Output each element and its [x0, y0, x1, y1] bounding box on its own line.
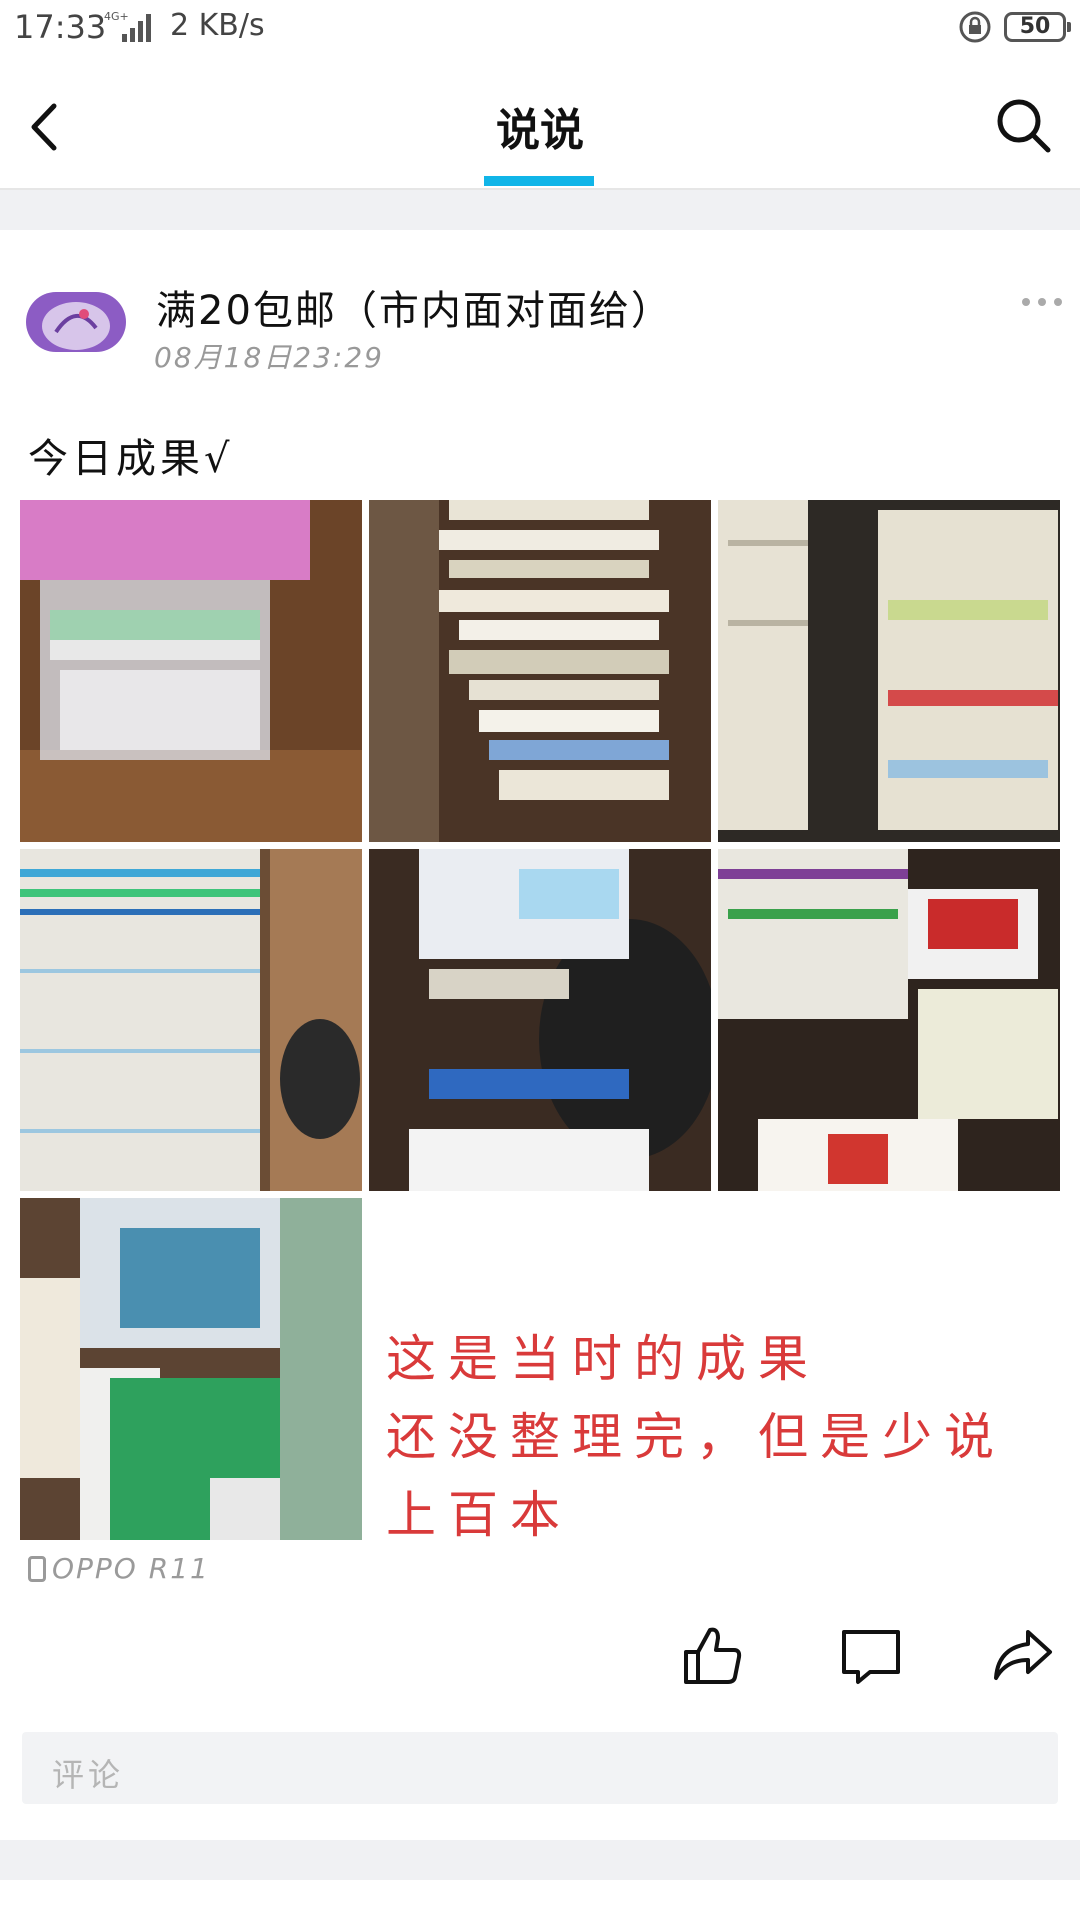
status-time: 17:33	[14, 8, 107, 46]
comment-input[interactable]: 评论	[22, 1732, 1058, 1804]
thumbs-up-icon[interactable]	[680, 1622, 746, 1688]
signal-type: 4G+	[104, 10, 129, 23]
device-label: OPPO R11	[28, 1552, 210, 1585]
signal-icon: 4G+	[104, 10, 151, 42]
device-name: OPPO R11	[52, 1552, 210, 1585]
battery-indicator: 50	[1004, 12, 1071, 42]
app-header: 说说	[0, 56, 1080, 190]
post-photo[interactable]	[369, 849, 711, 1191]
post-actions	[0, 1622, 1080, 1702]
rotation-lock-icon	[959, 11, 991, 43]
more-options-icon[interactable]	[1020, 290, 1064, 314]
phone-icon	[28, 1556, 46, 1582]
avatar[interactable]	[26, 292, 126, 352]
post-photo[interactable]	[369, 500, 711, 842]
section-divider	[0, 1840, 1080, 1880]
page-title: 说说	[496, 105, 584, 156]
network-speed: 2 KB/s	[170, 8, 265, 43]
tab-indicator	[484, 176, 594, 186]
section-divider	[0, 190, 1080, 230]
post-caption: 今日成果√	[28, 436, 234, 482]
post-photo[interactable]	[20, 500, 362, 842]
post-timestamp: 08月18日23:29	[154, 341, 384, 374]
status-bar: 17:33 4G+ 2 KB/s 50	[0, 0, 1080, 56]
share-icon[interactable]	[990, 1622, 1056, 1688]
post-photo[interactable]	[718, 500, 1060, 842]
post-photo[interactable]	[20, 1198, 362, 1540]
search-icon[interactable]	[990, 92, 1056, 158]
overlay-note: 这是当时的成果 还没整理完，但是少说上百本	[386, 1320, 1066, 1554]
post-photo[interactable]	[718, 849, 1060, 1191]
overlay-line: 这是当时的成果	[386, 1330, 820, 1388]
comment-placeholder: 评论	[52, 1756, 125, 1794]
overlay-line: 还没整理完，但是少说上百本	[386, 1408, 1006, 1544]
comment-icon[interactable]	[838, 1622, 904, 1688]
author-name[interactable]: 满20包邮（市内面对面给）	[156, 278, 673, 336]
post-photo[interactable]	[20, 849, 362, 1191]
